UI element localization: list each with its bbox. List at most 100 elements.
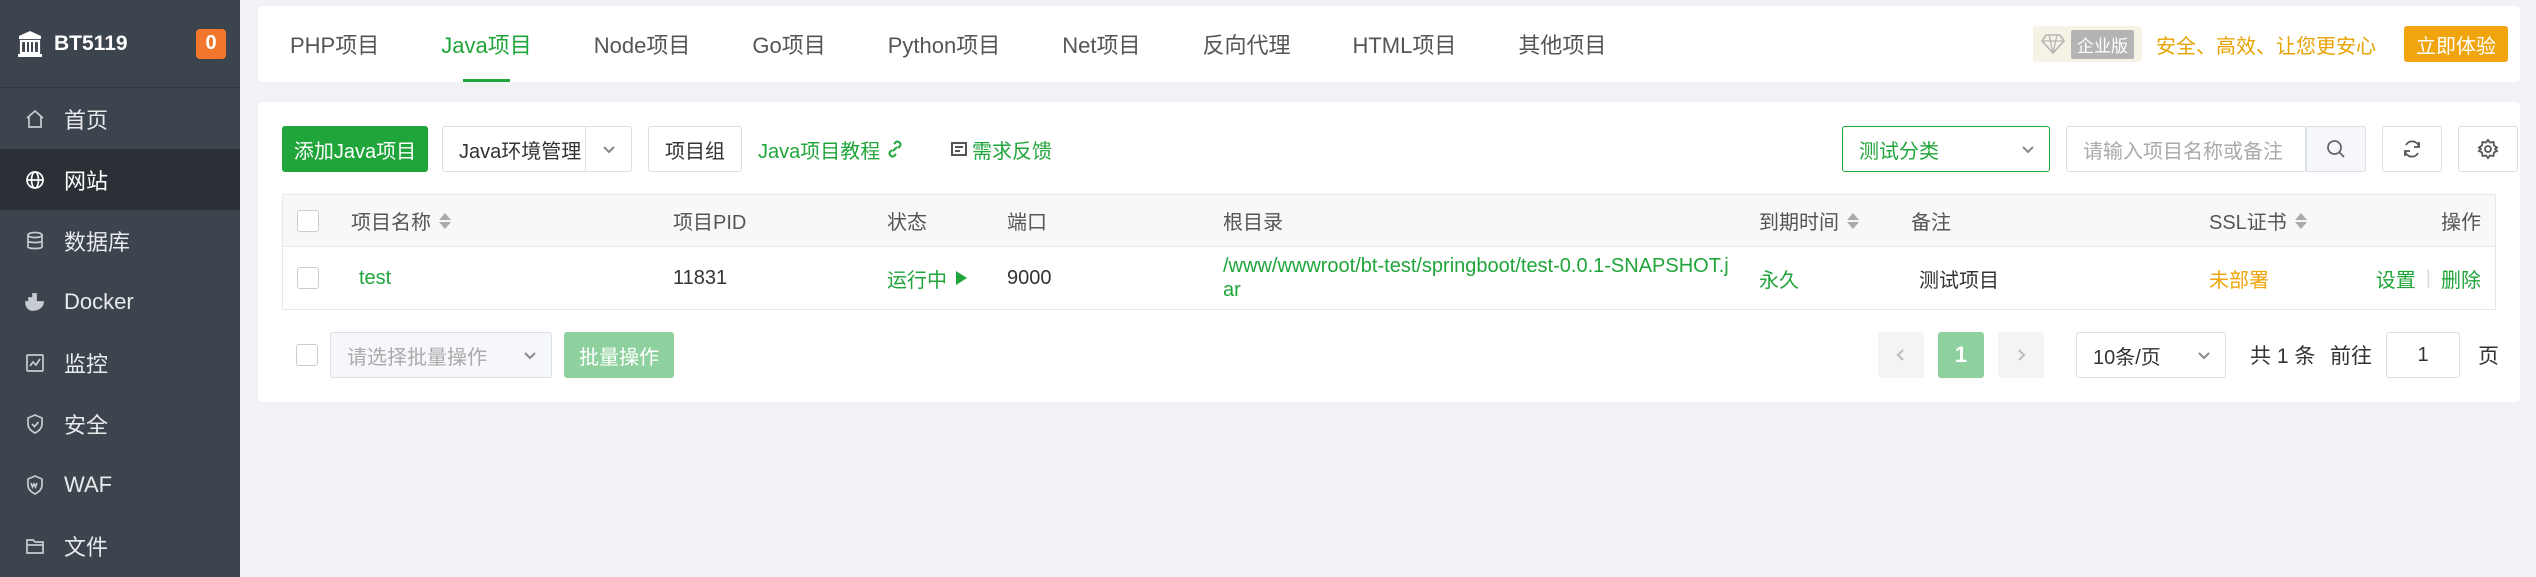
project-name-link[interactable]: test [359, 267, 391, 290]
batch-operation-placeholder: 请选择批量操作 [347, 346, 487, 369]
project-table: 项目名称 项目PID 状态 端口 根目录 到期时间 备注 SSL证书 操作 te… [282, 194, 2496, 310]
refresh-button[interactable] [2382, 126, 2442, 172]
tab-net[interactable]: Net项目 [1062, 6, 1140, 82]
project-root-line2: ar [1223, 279, 1241, 301]
sidebar-item-label: WAF [64, 471, 113, 497]
tab-reverse-proxy[interactable]: 反向代理 [1202, 6, 1290, 82]
goto-page-input[interactable]: 1 [2386, 332, 2460, 378]
play-icon [956, 271, 967, 285]
gear-icon [2477, 138, 2499, 160]
try-now-button[interactable]: 立即体验 [2404, 26, 2508, 62]
select-all-checkbox[interactable] [297, 209, 319, 232]
project-status[interactable]: 运行中 [887, 264, 969, 293]
category-value: 测试分类 [1859, 140, 1939, 163]
batch-operation-button[interactable]: 批量操作 [564, 332, 674, 378]
header-expire-label: 到期时间 [1759, 212, 1839, 234]
sidebar-item-label: 安全 [64, 412, 109, 438]
footer-select-all-checkbox[interactable] [296, 344, 318, 366]
tab-node[interactable]: Node项目 [594, 6, 691, 82]
sidebar-item-label: 网站 [64, 168, 109, 194]
prev-page-button[interactable] [1878, 332, 1924, 378]
tab-php[interactable]: PHP项目 [290, 6, 379, 82]
sidebar-item-database[interactable]: 数据库 [0, 210, 240, 271]
enterprise-promo: 企业版 安全、高效、让您更安心 立即体验 [2033, 6, 2520, 82]
folder-icon [24, 535, 46, 557]
java-env-manage-button[interactable]: Java环境管理 [442, 126, 632, 172]
feedback-label: 需求反馈 [972, 140, 1052, 163]
sort-icon[interactable] [2294, 212, 2307, 229]
java-tutorial-link[interactable]: Java项目教程 [758, 126, 904, 172]
brand[interactable]: BT5119 0 [0, 0, 240, 88]
search-button[interactable] [2306, 126, 2366, 172]
tab-python[interactable]: Python项目 [888, 6, 1001, 82]
search-placeholder: 请输入项目名称或备注 [2083, 140, 2283, 163]
sort-icon[interactable] [439, 212, 451, 229]
project-pid: 11831 [673, 266, 728, 289]
header-root: 根目录 [1223, 212, 1283, 234]
sidebar-item-security[interactable]: 安全 [0, 393, 240, 454]
total-count: 共 1 条 [2250, 345, 2316, 368]
sidebar-item-docker[interactable]: Docker [0, 271, 240, 332]
monitor-icon [24, 352, 46, 374]
header-port: 端口 [1007, 212, 1047, 234]
category-select[interactable]: 测试分类 [1842, 126, 2050, 172]
docker-icon [24, 291, 46, 313]
sidebar-item-label: 首页 [64, 107, 109, 133]
add-java-project-button[interactable]: 添加Java项目 [282, 126, 428, 172]
project-root-link[interactable]: /www/wwwroot/bt-test/springboot/test-0.0… [1223, 254, 1729, 302]
project-group-button[interactable]: 项目组 [648, 126, 742, 172]
project-port: 9000 [1007, 266, 1052, 289]
header-ssl[interactable]: SSL证书 [2209, 206, 2307, 235]
sidebar-item-label: Docker [64, 288, 134, 314]
feedback-icon [951, 142, 967, 156]
home-icon [24, 108, 46, 130]
tab-html[interactable]: HTML项目 [1352, 6, 1456, 82]
tab-java[interactable]: Java项目 [441, 6, 532, 82]
ssl-status-link[interactable]: 未部署 [2209, 264, 2269, 293]
chevron-down-icon [524, 352, 536, 360]
sidebar-item-label: 数据库 [64, 229, 131, 255]
chevron-down-icon [2022, 146, 2034, 154]
sidebar-item-monitor[interactable]: 监控 [0, 332, 240, 393]
sidebar-item-website[interactable]: 网站 [0, 149, 240, 210]
promo-slogan: 安全、高效、让您更安心 [2156, 35, 2376, 58]
refresh-icon [2404, 140, 2420, 158]
page-size-select[interactable]: 10条/页 [2076, 332, 2226, 378]
page-unit-label: 页 [2478, 345, 2499, 368]
row-actions: 设置 | 删除 [2376, 264, 2481, 293]
database-icon [24, 230, 46, 252]
row-checkbox[interactable] [297, 267, 319, 289]
sidebar: BT5119 0 首页 网站 数据库 Docker 监控 安全 WAF 文件 [0, 0, 240, 577]
tab-go[interactable]: Go项目 [752, 6, 825, 82]
search-icon [2327, 140, 2345, 158]
sidebar-item-files[interactable]: 文件 [0, 515, 240, 576]
settings-button[interactable] [2458, 126, 2518, 172]
header-name[interactable]: 项目名称 [351, 206, 451, 235]
sidebar-item-label: 监控 [64, 351, 109, 377]
search-input[interactable]: 请输入项目名称或备注 [2066, 126, 2306, 172]
java-tutorial-label: Java项目教程 [758, 140, 881, 163]
next-page-button[interactable] [1998, 332, 2044, 378]
header-actions: 操作 [2441, 212, 2481, 234]
delete-link[interactable]: 删除 [2441, 264, 2481, 293]
page-number-current[interactable]: 1 [1938, 332, 1984, 378]
globe-icon [24, 169, 46, 191]
notification-badge[interactable]: 0 [196, 28, 226, 59]
sort-icon[interactable] [1847, 212, 1859, 229]
feedback-link[interactable]: 需求反馈 [950, 126, 1052, 172]
project-expire[interactable]: 永久 [1759, 264, 1799, 293]
project-remark[interactable]: 测试项目 [1919, 264, 1999, 293]
chevron-left-icon [1896, 349, 1904, 361]
batch-operation-select[interactable]: 请选择批量操作 [330, 332, 552, 378]
project-root-line1: /www/wwwroot/bt-test/springboot/test-0.0… [1223, 255, 1729, 277]
sidebar-item-waf[interactable]: WAF [0, 454, 240, 515]
waf-icon [24, 474, 46, 496]
brand-name: BT5119 [54, 31, 128, 55]
tab-other[interactable]: 其他项目 [1518, 6, 1606, 82]
chevron-down-icon[interactable] [585, 127, 631, 171]
header-expire[interactable]: 到期时间 [1759, 206, 1859, 235]
link-icon [888, 140, 902, 158]
settings-link[interactable]: 设置 [2376, 264, 2416, 293]
bt-logo-icon [18, 30, 42, 57]
sidebar-item-home[interactable]: 首页 [0, 88, 240, 149]
